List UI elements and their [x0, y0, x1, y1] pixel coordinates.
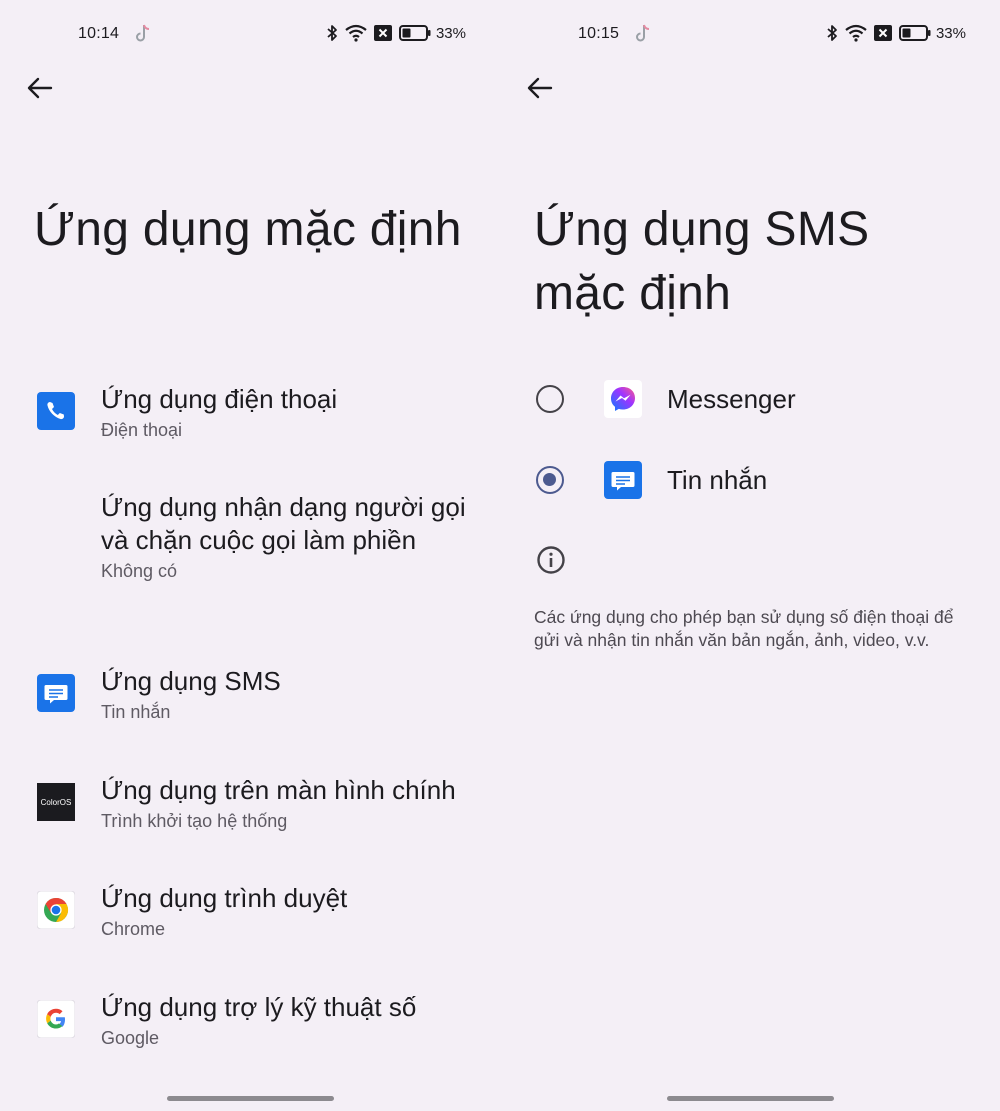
item-title: Ứng dụng trình duyệt — [101, 883, 348, 913]
page-title: Ứng dụng mặc định — [34, 203, 462, 256]
item-title: Ứng dụng trên màn hình chính — [101, 775, 456, 805]
sim-off-icon — [873, 25, 892, 41]
radio-button-checked[interactable] — [536, 466, 564, 494]
phone-icon — [37, 392, 75, 430]
status-time: 10:14 — [78, 25, 120, 42]
status-icons: 33% — [826, 24, 966, 42]
item-subtitle: Google — [101, 1028, 160, 1048]
messages-icon — [37, 674, 75, 712]
info-icon — [537, 546, 565, 574]
back-button[interactable] — [524, 72, 556, 104]
battery-icon — [898, 25, 931, 41]
option-label: Tin nhắn — [667, 465, 768, 495]
chrome-icon — [37, 891, 75, 929]
caller-id-app-setting[interactable]: Ứng dụng nhận dạng người gọi và chặn cuộ… — [0, 486, 500, 626]
status-icons: 33% — [326, 24, 466, 42]
phone-app-setting[interactable]: Ứng dụng điện thoại Điện thoại — [0, 378, 500, 458]
item-subtitle: Không có — [101, 561, 178, 581]
default-sms-app-screen: 10:15 33% Ứng dụng SMS mặc định Messenge… — [500, 0, 1000, 1111]
gesture-nav-bar[interactable] — [167, 1096, 334, 1101]
home-app-setting[interactable]: ColorOS Ứng dụng trên màn hình chính Trì… — [0, 769, 500, 849]
coloros-icon: ColorOS — [37, 783, 75, 821]
gesture-nav-bar[interactable] — [667, 1096, 834, 1101]
back-button[interactable] — [24, 72, 56, 104]
item-title: Ứng dụng SMS — [101, 666, 281, 696]
sms-option-messenger[interactable]: Messenger — [500, 369, 1000, 429]
item-subtitle: Tin nhắn — [101, 702, 171, 722]
option-label: Messenger — [667, 384, 796, 414]
battery-percent: 33% — [935, 24, 966, 42]
battery-percent: 33% — [435, 24, 466, 42]
status-time: 10:15 — [578, 25, 620, 42]
bluetooth-icon — [827, 25, 837, 41]
tiktok-icon — [636, 24, 650, 42]
messages-icon — [604, 461, 642, 499]
item-title: Ứng dụng trợ lý kỹ thuật số — [101, 992, 417, 1022]
info-description: Các ứng dụng cho phép bạn sử dụng số điệ… — [534, 607, 954, 650]
sms-option-messages[interactable]: Tin nhắn — [500, 450, 1000, 510]
messenger-icon — [604, 380, 642, 418]
item-title: Ứng dụng nhận dạng người gọi và chặn cuộ… — [101, 492, 466, 555]
wifi-icon — [345, 24, 367, 42]
browser-app-setting[interactable]: Ứng dụng trình duyệt Chrome — [0, 877, 500, 957]
status-bar: 10:15 33% — [500, 22, 1000, 46]
item-subtitle: Điện thoại — [101, 420, 183, 440]
assistant-app-setting[interactable]: Ứng dụng trợ lý kỹ thuật số Google — [0, 986, 500, 1066]
coloros-icon-label: ColorOS — [40, 797, 72, 807]
tiktok-icon — [136, 24, 150, 42]
status-bar: 10:14 33% — [0, 22, 500, 46]
sim-off-icon — [373, 25, 392, 41]
wifi-icon — [845, 24, 867, 42]
arrow-back-icon — [27, 77, 53, 99]
bluetooth-icon — [327, 25, 337, 41]
item-title: Ứng dụng điện thoại — [101, 384, 338, 414]
sms-app-setting[interactable]: Ứng dụng SMS Tin nhắn — [0, 660, 500, 740]
arrow-back-icon — [527, 77, 553, 99]
google-icon — [37, 1000, 75, 1038]
item-subtitle: Trình khởi tạo hệ thống — [101, 811, 288, 831]
item-subtitle: Chrome — [101, 919, 166, 939]
page-title: Ứng dụng SMS mặc định — [534, 203, 870, 320]
default-apps-screen: 10:14 33% Ứng dụng mặc định Ứng dụng điệ… — [0, 0, 500, 1111]
battery-icon — [398, 25, 431, 41]
radio-button-unchecked[interactable] — [536, 385, 564, 413]
